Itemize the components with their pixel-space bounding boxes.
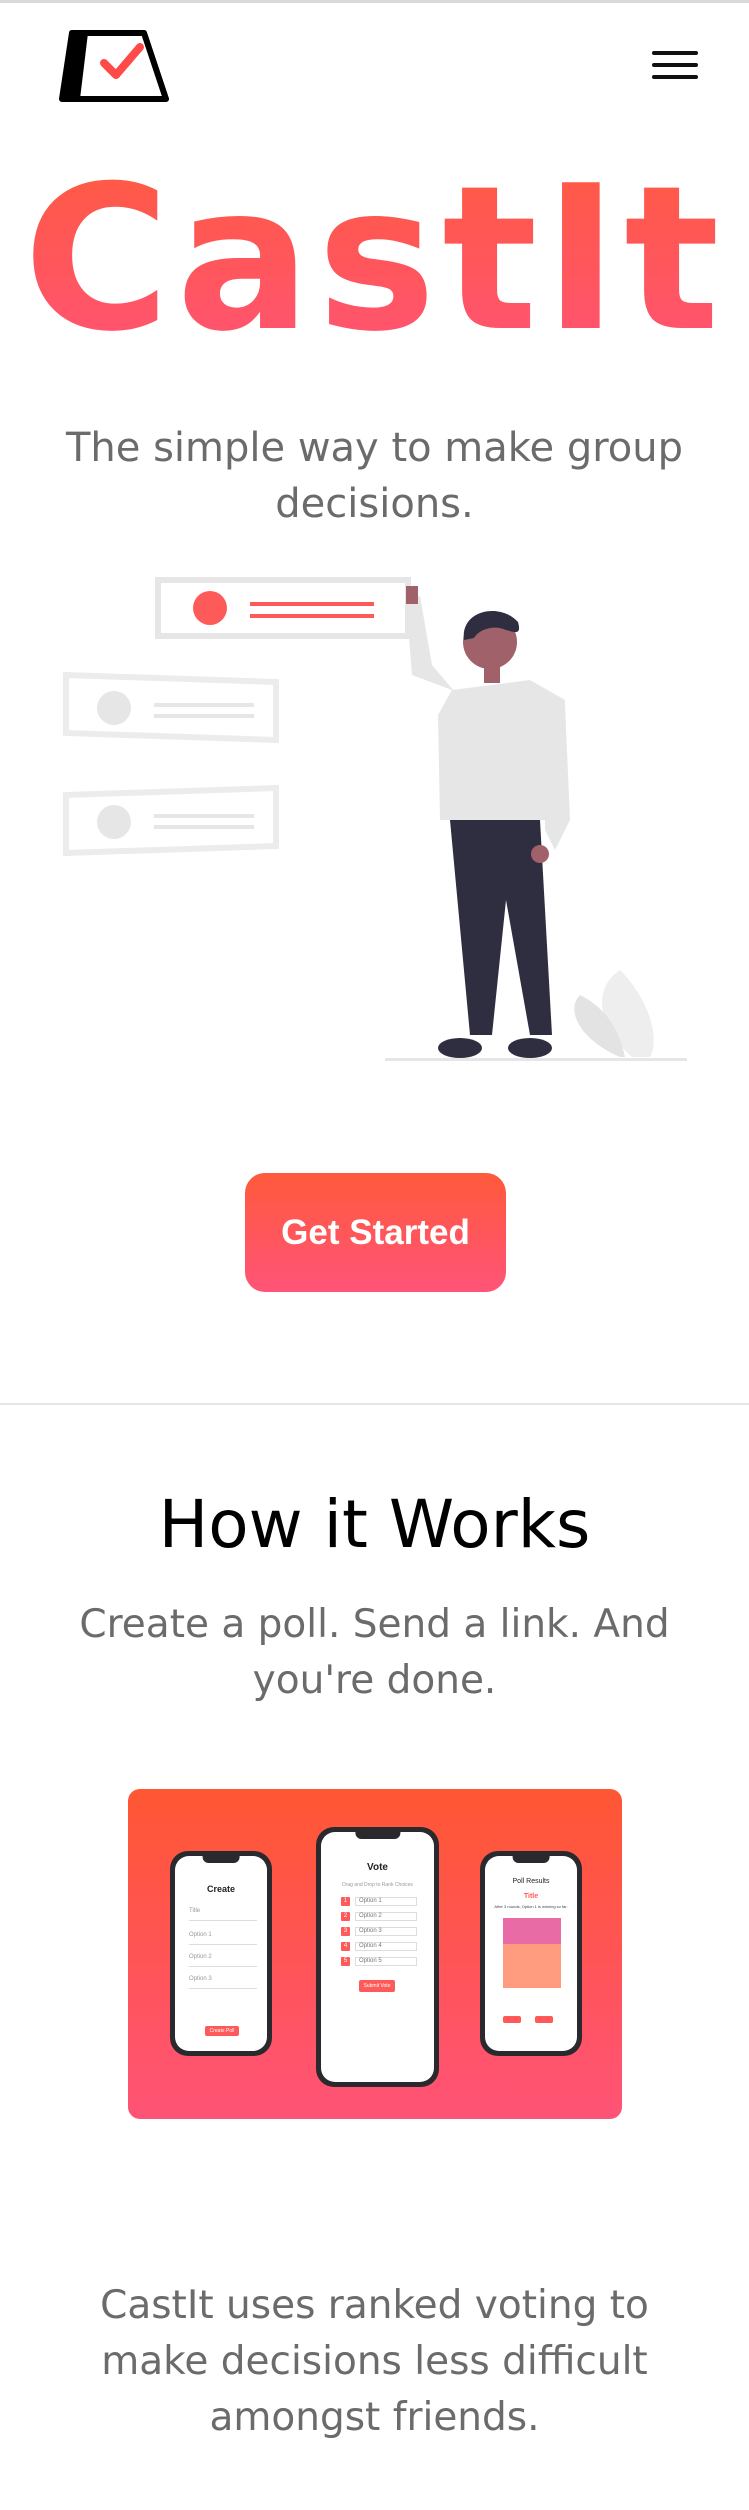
results-button-right [535,2016,553,2023]
vote-option-5: Option 5 [355,1956,417,1966]
vote-option-1: Option 1 [355,1896,417,1906]
vote-hint: Drag and Drop to Rank Choices [342,1882,413,1888]
how-it-works-subtitle: Create a poll. Send a link. And you're d… [79,1602,670,1703]
create-field-option-2: Option 2 [189,1954,212,1960]
results-button-left [503,2016,521,2023]
results-chart [503,1918,561,1988]
checkbox-logo-icon [59,30,169,102]
results-phone-mockup: Poll Results Title After 3 rounds, Optio… [480,1851,582,2056]
create-poll-button: Create Poll [205,2026,239,2036]
create-screen-title: Create [206,1884,235,1894]
results-heading: Title [523,1893,539,1900]
brand-title: CastIt [0,150,749,370]
ranked-voting-description: CastIt uses ranked voting to make decisi… [100,2283,649,2440]
how-it-works-title: How it Works [158,1486,591,1563]
create-field-option-1: Option 1 [189,1932,212,1938]
vote-phone-mockup: Vote Drag and Drop to Rank Choices 1 Opti… [316,1827,439,2087]
hamburger-menu-icon[interactable] [648,45,702,85]
section-divider [0,1403,749,1405]
vote-screen-title: Vote [367,1862,388,1873]
vote-option-2: Option 2 [355,1911,417,1921]
vote-option-3: Option 3 [355,1926,417,1936]
tagline: The simple way to make group decisions. [65,425,684,527]
create-field-title: Title [189,1908,201,1914]
navbar [0,3,749,123]
get-started-button[interactable]: Get Started [245,1173,506,1292]
person-choosing-options-illustration [63,577,687,1061]
results-screen-title: Poll Results [512,1878,550,1885]
app-screens-showcase: Create Title Option 1 Option 2 Option 3 … [128,1789,622,2119]
create-phone-mockup: Create Title Option 1 Option 2 Option 3 … [170,1851,272,2056]
submit-vote-button: Submit Vote [359,1980,395,1992]
vote-option-4: Option 4 [355,1941,417,1951]
create-field-option-3: Option 3 [189,1976,212,1982]
results-summary: After 3 rounds, Option 1 is winning so f… [494,1904,568,1909]
home-logo-link[interactable] [58,29,170,105]
hero-illustration [60,570,700,1070]
